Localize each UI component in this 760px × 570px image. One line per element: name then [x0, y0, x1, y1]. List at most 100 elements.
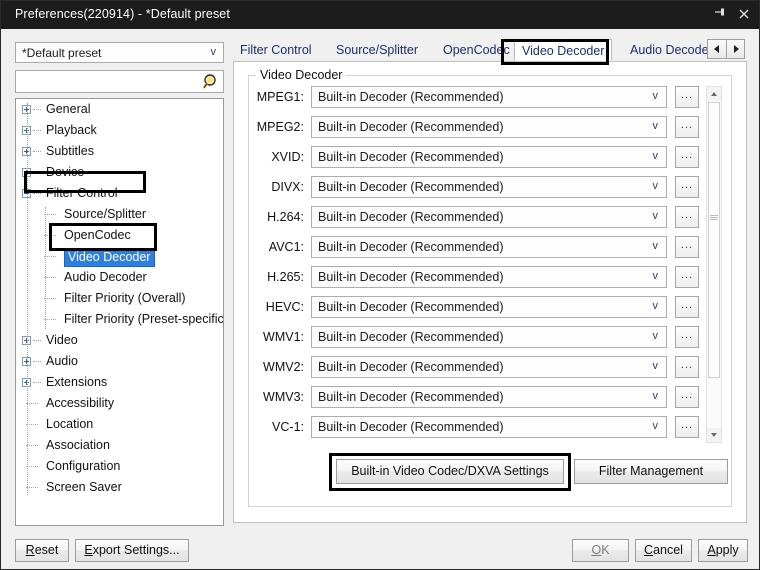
- decoder-browse-button[interactable]: ...: [675, 146, 699, 168]
- tree-item-general[interactable]: General: [16, 99, 223, 120]
- chevron-down-icon: v: [652, 210, 659, 222]
- triangle-left-icon[interactable]: [707, 39, 726, 59]
- decoder-select[interactable]: Built-in Decoder (Recommended) v: [311, 296, 667, 318]
- tree-item-opencodec[interactable]: OpenCodec: [16, 225, 223, 246]
- decoder-select[interactable]: Built-in Decoder (Recommended) v: [311, 146, 667, 168]
- tree-item-video[interactable]: Video: [16, 330, 223, 351]
- decoder-browse-button[interactable]: ...: [675, 176, 699, 198]
- tree-item-location[interactable]: Location: [16, 414, 223, 435]
- search-icon[interactable]: [202, 73, 219, 90]
- preset-select[interactable]: *Default preset v: [15, 42, 224, 63]
- settings-tree[interactable]: General Playback Subtitles Device Filter Con…: [15, 98, 224, 526]
- scrollbar-thumb[interactable]: [708, 102, 720, 378]
- pin-icon[interactable]: [709, 5, 731, 25]
- tree-item-device[interactable]: Device: [16, 162, 223, 183]
- tree-item-screen-saver[interactable]: Screen Saver: [16, 477, 223, 498]
- decoder-select[interactable]: Built-in Decoder (Recommended) v: [311, 236, 667, 258]
- tree-connector: [33, 151, 41, 153]
- decoder-value: Built-in Decoder (Recommended): [318, 390, 504, 404]
- decoder-browse-button[interactable]: ...: [675, 326, 699, 348]
- decoder-list-scrollbar[interactable]: [706, 86, 722, 443]
- decoder-select[interactable]: Built-in Decoder (Recommended) v: [311, 266, 667, 288]
- reset-post: eset: [34, 543, 59, 557]
- decoder-select[interactable]: Built-in Decoder (Recommended) v: [311, 176, 667, 198]
- tree-connector: [33, 109, 41, 111]
- tab-video-decoder[interactable]: Video Decoder: [514, 39, 613, 61]
- decoder-select[interactable]: Built-in Decoder (Recommended) v: [311, 86, 667, 108]
- tree-connector: [33, 193, 41, 195]
- tree-item-video-decoder[interactable]: Video Decoder: [16, 246, 223, 267]
- dxva-settings-button[interactable]: Built-in Video Codec/DXVA Settings: [336, 459, 564, 484]
- tree-item-audio-decoder[interactable]: Audio Decoder: [16, 267, 223, 288]
- decoder-browse-button[interactable]: ...: [675, 416, 699, 438]
- tree-item-label: Source/Splitter: [64, 207, 146, 221]
- tree-item-label: Audio Decoder: [64, 270, 147, 284]
- tree-item-label: Filter Priority (Overall): [64, 291, 186, 305]
- tree-connector: [33, 340, 41, 342]
- tab-label: Video Decoder: [522, 44, 605, 58]
- reset-button[interactable]: Reset: [15, 539, 69, 562]
- chevron-down-icon: v: [652, 300, 659, 312]
- decoder-browse-button[interactable]: ...: [675, 206, 699, 228]
- tree-item-audio[interactable]: Audio: [16, 351, 223, 372]
- decoder-codec-label: MPEG1:: [256, 90, 304, 104]
- decoder-codec-label: H.265:: [267, 270, 304, 284]
- search-input[interactable]: [20, 73, 202, 92]
- export-mnemonic: E: [84, 543, 93, 557]
- tab-opencodec[interactable]: OpenCodec: [436, 39, 517, 61]
- decoder-select[interactable]: Built-in Decoder (Recommended) v: [311, 116, 667, 138]
- tab-source-splitter[interactable]: Source/Splitter: [329, 39, 425, 61]
- ok-post: K: [601, 543, 610, 557]
- scroll-down-icon[interactable]: [707, 428, 721, 442]
- tree-item-configuration[interactable]: Configuration: [16, 456, 223, 477]
- ok-button[interactable]: OK: [572, 539, 629, 562]
- tab-label: Source/Splitter: [336, 43, 418, 57]
- decoder-codec-label: XVID:: [271, 150, 304, 164]
- decoder-select[interactable]: Built-in Decoder (Recommended) v: [311, 386, 667, 408]
- tree-item-playback[interactable]: Playback: [16, 120, 223, 141]
- decoder-browse-button[interactable]: ...: [675, 266, 699, 288]
- decoder-browse-button[interactable]: ...: [675, 356, 699, 378]
- tree-item-accessibility[interactable]: Accessibility: [16, 393, 223, 414]
- window-title: Preferences(220914) - *Default preset: [15, 7, 230, 21]
- tab-strip: Filter Control Source/Splitter OpenCodec Vi…: [233, 37, 747, 63]
- decoder-browse-button[interactable]: ...: [675, 386, 699, 408]
- decoder-select[interactable]: Built-in Decoder (Recommended) v: [311, 416, 667, 438]
- tab-audio-decoder[interactable]: Audio Decoder: [623, 39, 720, 61]
- decoder-select[interactable]: Built-in Decoder (Recommended) v: [311, 206, 667, 228]
- decoder-codec-label: WMV3:: [263, 390, 304, 404]
- search-box[interactable]: [15, 70, 224, 93]
- cancel-button[interactable]: Cancel: [635, 539, 692, 562]
- tree-item-association[interactable]: Association: [16, 435, 223, 456]
- decoder-browse-button[interactable]: ...: [675, 116, 699, 138]
- scroll-up-icon[interactable]: [707, 87, 721, 101]
- triangle-right-icon[interactable]: [726, 39, 745, 59]
- decoder-select[interactable]: Built-in Decoder (Recommended) v: [311, 356, 667, 378]
- tree-item-source-splitter[interactable]: Source/Splitter: [16, 204, 223, 225]
- decoder-row: WMV1: Built-in Decoder (Recommended) v...: [248, 326, 716, 348]
- decoder-browse-button[interactable]: ...: [675, 236, 699, 258]
- tree-item-filter-control[interactable]: Filter Control: [16, 183, 223, 204]
- groupbox-title: Video Decoder: [256, 68, 347, 82]
- decoder-row: AVC1: Built-in Decoder (Recommended) v...: [248, 236, 716, 258]
- decoder-browse-button[interactable]: ...: [675, 86, 699, 108]
- tree-item-extensions[interactable]: Extensions: [16, 372, 223, 393]
- chevron-down-icon: v: [652, 150, 659, 162]
- decoder-browse-button[interactable]: ...: [675, 296, 699, 318]
- decoder-value: Built-in Decoder (Recommended): [318, 180, 504, 194]
- decoder-row: HEVC: Built-in Decoder (Recommended) v...: [248, 296, 716, 318]
- tree-item-filter-priority-overall[interactable]: Filter Priority (Overall): [16, 288, 223, 309]
- decoder-codec-label: H.264:: [267, 210, 304, 224]
- tree-item-subtitles[interactable]: Subtitles: [16, 141, 223, 162]
- chevron-down-icon: v: [652, 420, 659, 432]
- apply-button[interactable]: Apply: [698, 539, 748, 562]
- tab-filter-control[interactable]: Filter Control: [233, 39, 319, 61]
- preset-value: *Default preset: [22, 46, 102, 60]
- decoder-select[interactable]: Built-in Decoder (Recommended) v: [311, 326, 667, 348]
- chevron-down-icon: v: [652, 390, 659, 402]
- filter-management-button[interactable]: Filter Management: [574, 459, 728, 484]
- tree-item-label: Configuration: [46, 459, 121, 473]
- export-settings-button[interactable]: Export Settings...: [75, 539, 189, 562]
- tree-item-filter-priority-preset-specific[interactable]: Filter Priority (Preset-specific): [16, 309, 223, 330]
- close-icon[interactable]: [733, 5, 755, 25]
